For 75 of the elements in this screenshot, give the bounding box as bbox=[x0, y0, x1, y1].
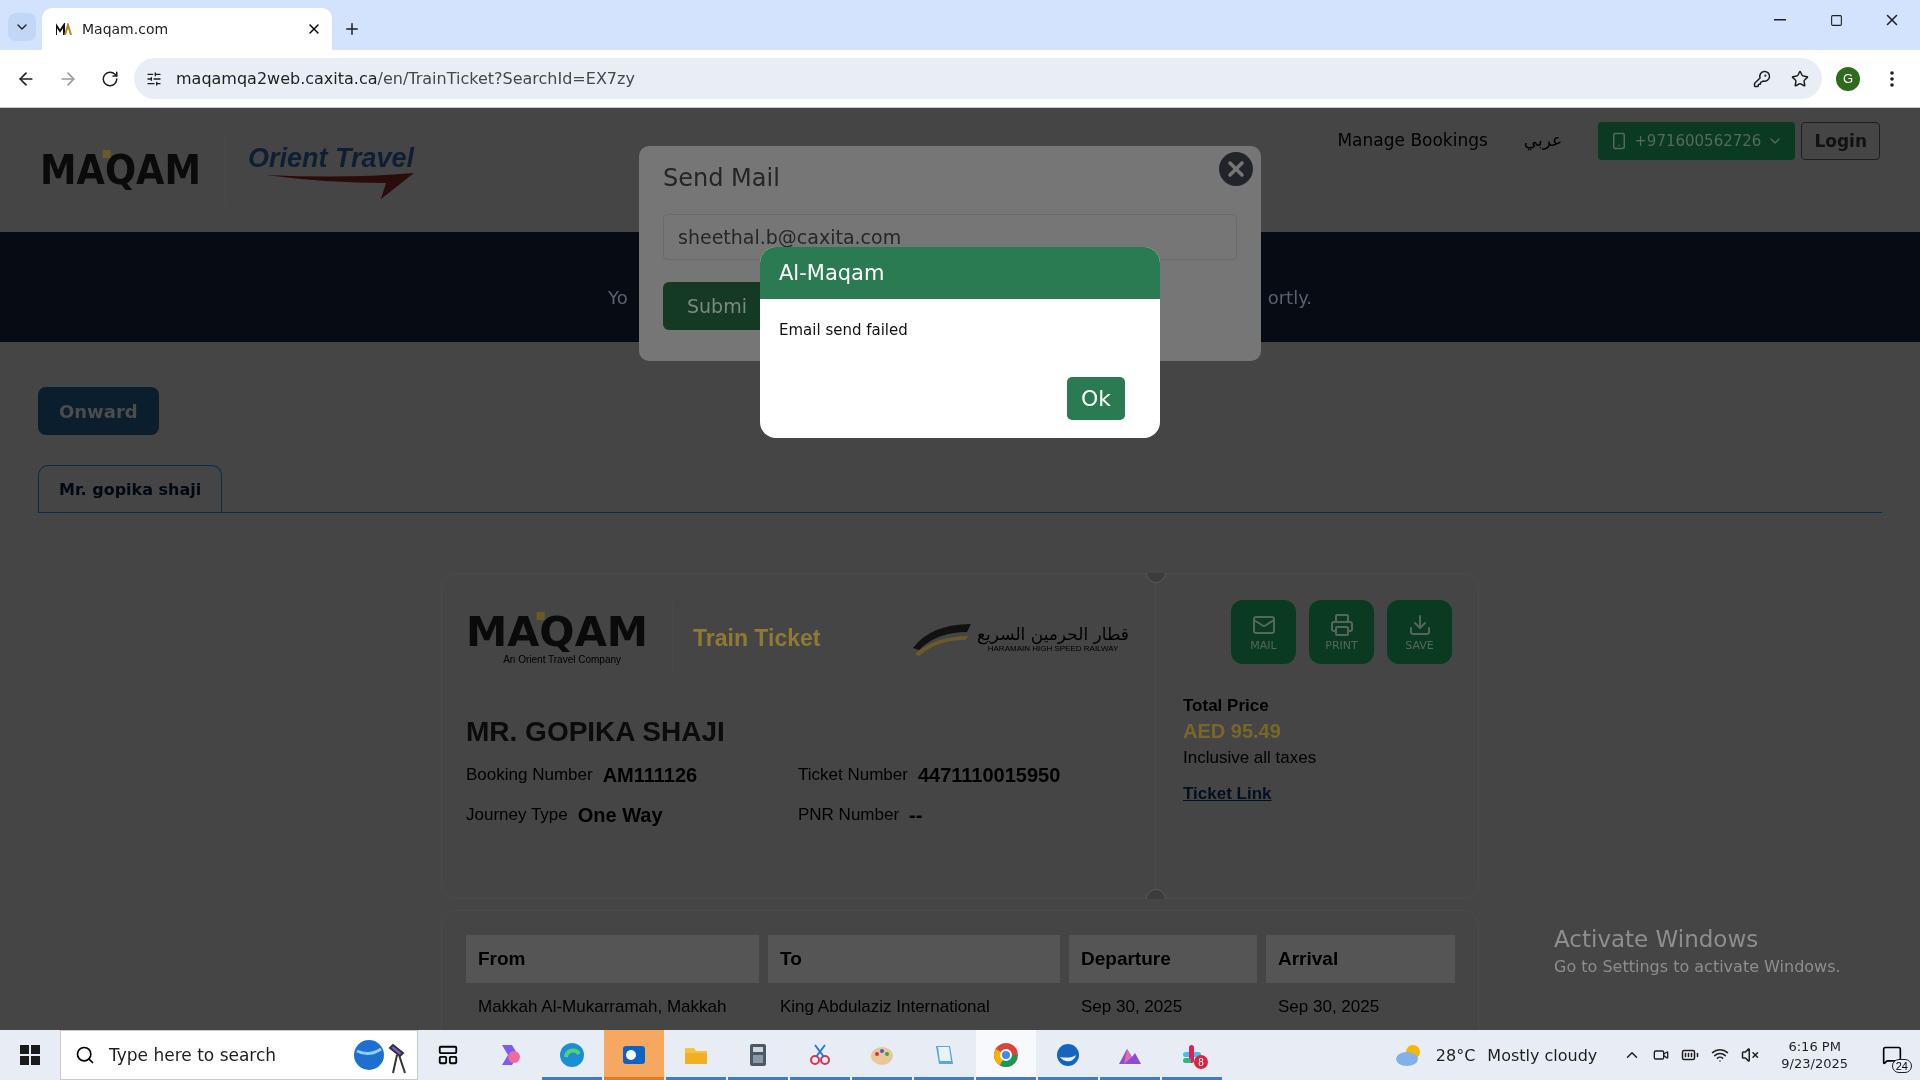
sliders-icon bbox=[146, 70, 162, 87]
minimize-icon bbox=[1774, 19, 1786, 21]
table-cell-text: Sep 30, 2025 bbox=[1277, 997, 1381, 1017]
banner-text: Yo bbox=[608, 286, 628, 308]
field-label: Journey Type bbox=[466, 805, 568, 825]
browser-icon bbox=[558, 1041, 586, 1069]
dialog-title: Al-Maqam bbox=[760, 247, 1160, 299]
more-icon bbox=[1890, 70, 1894, 87]
printer-icon bbox=[1329, 612, 1354, 637]
nav-link[interactable]: عربي bbox=[1523, 122, 1563, 150]
taskbar-app-button[interactable] bbox=[976, 1030, 1036, 1080]
activation-title: Activate Windows bbox=[1554, 926, 1760, 952]
notifications-button[interactable]: 24 bbox=[1872, 1035, 1912, 1075]
field-value: AM111126 bbox=[602, 763, 698, 787]
field-value: -- bbox=[909, 803, 923, 827]
temperature: 28°C bbox=[1435, 1045, 1476, 1065]
phone-button[interactable]: +971600562726 bbox=[1598, 122, 1796, 160]
star-icon bbox=[1791, 69, 1809, 88]
field-value: 4471110015950 bbox=[917, 763, 1061, 787]
notification-count: 24 bbox=[1891, 1059, 1912, 1073]
notification-badge: 8 bbox=[1194, 1055, 1208, 1069]
camera-icon[interactable] bbox=[1653, 1047, 1670, 1063]
site-favicon bbox=[56, 23, 72, 35]
ticket-title: Train Ticket bbox=[693, 624, 821, 652]
column-header: Departure bbox=[1069, 935, 1257, 983]
railway-tagline: HARAMAIN HIGH SPEED RAILWAY bbox=[987, 643, 1119, 653]
column-header: From bbox=[466, 935, 759, 983]
save-button[interactable]: SAVE bbox=[1387, 600, 1452, 664]
plus-icon bbox=[343, 20, 361, 38]
field-label: Booking Number bbox=[466, 765, 593, 785]
weather-text: Mostly cloudy bbox=[1487, 1045, 1598, 1065]
field-label: Ticket Number bbox=[798, 765, 908, 785]
browser-icon bbox=[992, 1041, 1020, 1069]
download-icon bbox=[1407, 612, 1432, 637]
clock[interactable]: 6:16 PM 9/23/2025 bbox=[1781, 1039, 1848, 1071]
banner-text: ortly. bbox=[1267, 286, 1312, 308]
price-note: Inclusive all taxes bbox=[1183, 748, 1318, 768]
field-value: One Way bbox=[577, 803, 663, 827]
railway-name: قطار الحرمين السريع bbox=[977, 623, 1129, 644]
profile-avatar[interactable]: G bbox=[1836, 66, 1860, 91]
column-header: Arrival bbox=[1266, 935, 1455, 983]
activation-message: Go to Settings to activate Windows. bbox=[1554, 957, 1841, 976]
ok-button[interactable]: Ok bbox=[1067, 377, 1125, 420]
tab-list-button[interactable] bbox=[8, 13, 36, 41]
maqam-logo: MAQAM bbox=[40, 148, 205, 192]
price-label: Total Price bbox=[1183, 696, 1270, 716]
maqam-logo: MAQAM An Orient Travel Company bbox=[466, 610, 652, 666]
column-header: To bbox=[768, 935, 1060, 983]
modal-title: Send Mail bbox=[663, 164, 781, 192]
taskbar-search-field[interactable]: Type here to search bbox=[60, 1030, 418, 1080]
windows-icon bbox=[20, 1045, 40, 1065]
close-button[interactable] bbox=[1219, 152, 1253, 186]
task-view-icon bbox=[437, 1044, 459, 1066]
mute-icon[interactable] bbox=[1741, 1046, 1760, 1064]
passenger-tab[interactable]: Mr. gopika shaji bbox=[38, 465, 223, 513]
table-cell-text: King Abdulaziz International bbox=[779, 997, 991, 1017]
onward-button[interactable]: Onward bbox=[38, 387, 159, 435]
table-cell-text: Makkah Al-Mukarramah, Makkah bbox=[477, 997, 728, 1017]
mail-button[interactable]: MAIL bbox=[1231, 600, 1296, 664]
dialog-message: Email send failed bbox=[779, 321, 909, 339]
browser-tab[interactable]: Maqam.com bbox=[42, 8, 332, 50]
table-cell-text: Sep 30, 2025 bbox=[1080, 997, 1184, 1017]
passenger-name: MR. GOPIKA SHAJI bbox=[466, 716, 726, 748]
key-icon bbox=[1753, 69, 1771, 88]
restore-icon bbox=[1829, 13, 1843, 27]
print-button[interactable]: PRINT bbox=[1309, 600, 1374, 664]
nav-link[interactable]: Manage Bookings bbox=[1337, 122, 1488, 150]
reload-icon bbox=[101, 69, 119, 88]
search-icon bbox=[75, 1045, 95, 1065]
taskbar-app-button[interactable]: 8 bbox=[1162, 1030, 1222, 1080]
taskbar-app-button[interactable] bbox=[604, 1030, 664, 1080]
wifi-icon[interactable] bbox=[1711, 1046, 1730, 1064]
tab-title: Maqam.com bbox=[82, 21, 170, 37]
field-label: PNR Number bbox=[798, 805, 900, 825]
ticket-link[interactable]: Ticket Link bbox=[1183, 784, 1272, 804]
